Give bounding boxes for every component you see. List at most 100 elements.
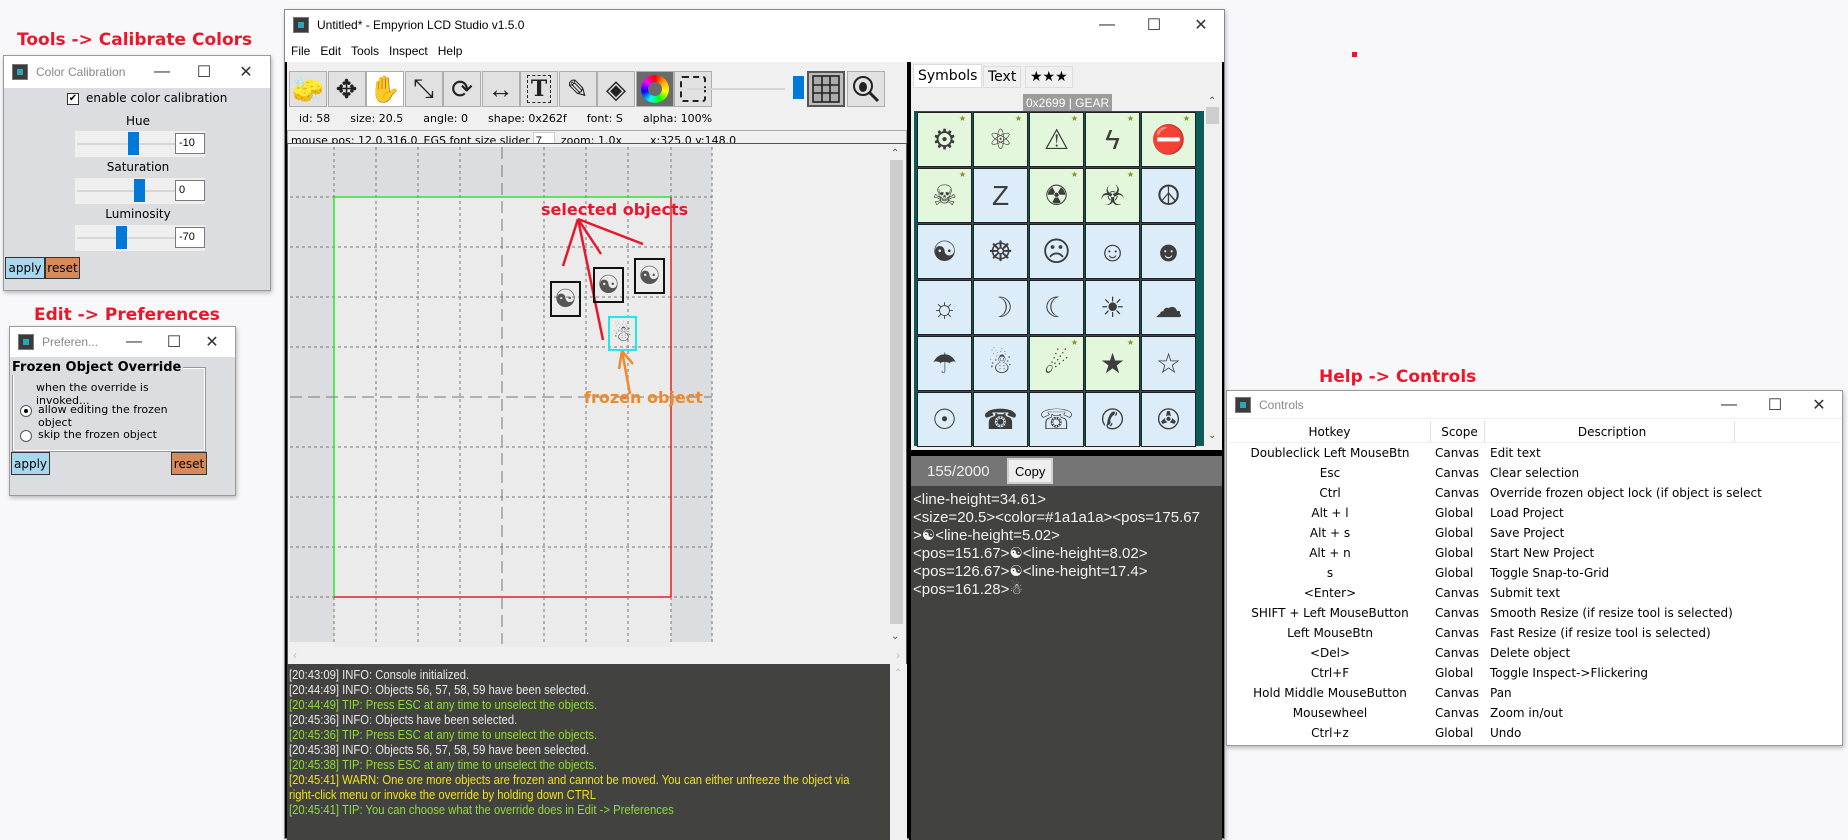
close-button[interactable]: ✕ <box>193 327 231 357</box>
canvas-area[interactable]: ☯ ☯ ☯ ☃ selected objects frozen object ⌃… <box>287 143 907 666</box>
table-row[interactable]: Mousewheel Canvas Zoom in/out <box>1229 703 1841 723</box>
color-wheel-tool-button[interactable] <box>635 71 674 107</box>
symbol-cell[interactable]: ✆ <box>1085 392 1140 447</box>
menu-inspect[interactable]: Inspect <box>389 44 428 58</box>
symbol-cell[interactable]: ☣ ★ <box>1085 168 1140 223</box>
canvas-object-snowman-frozen[interactable]: ☃ <box>608 316 637 351</box>
symbol-cell[interactable]: ☆ <box>1141 336 1196 391</box>
symbol-cell[interactable]: Z <box>973 168 1028 223</box>
table-row[interactable]: Hold Middle MouseButton Canvas Pan <box>1229 683 1841 703</box>
scroll-up-icon[interactable]: ⌃ <box>891 148 899 159</box>
symbol-cell[interactable]: ☃ <box>973 336 1028 391</box>
toolbar-slider-track[interactable] <box>687 88 785 90</box>
calibration-reset-button[interactable]: reset <box>45 257 80 279</box>
hue-slider-thumb[interactable] <box>128 132 140 155</box>
color-cal-title-bar[interactable]: Color Calibration — ☐ ✕ <box>4 56 270 88</box>
symbol-cell[interactable]: ☼ <box>917 280 972 335</box>
canvas-object-yinyang-2[interactable]: ☯ <box>593 267 624 303</box>
symbol-cell[interactable]: ✇ <box>1141 392 1196 447</box>
controls-title-bar[interactable]: Controls — ☐ ✕ <box>1227 391 1842 419</box>
symbol-cell[interactable]: ☎ <box>973 392 1028 447</box>
header-scope[interactable]: Scope <box>1431 421 1485 442</box>
table-row[interactable]: Ctrl Canvas Override frozen object lock (i… <box>1229 483 1841 503</box>
symbol-cell[interactable]: ϟ ★ <box>1085 112 1140 167</box>
symbol-cell[interactable]: ☢ ★ <box>1029 168 1084 223</box>
header-description[interactable]: Description <box>1485 421 1735 442</box>
symbol-cell[interactable]: ★ ★ <box>1085 336 1140 391</box>
radio-allow-editing[interactable] <box>20 405 32 417</box>
main-title-bar[interactable]: Untitled* - Empyrion LCD Studio v1.5.0 —… <box>285 10 1224 40</box>
resize-tool-button[interactable]: ⤡ <box>404 71 443 107</box>
menu-tools[interactable]: Tools <box>351 44 379 58</box>
tab-symbols[interactable]: Symbols <box>913 64 983 88</box>
scroll-up-icon[interactable]: ⌃ <box>1208 96 1216 107</box>
scroll-up-icon[interactable]: ⌃ <box>894 668 902 679</box>
maximize-button[interactable]: ☐ <box>155 327 193 357</box>
symbol-cell[interactable]: ⚠ ★ <box>1029 112 1084 167</box>
symbol-cell[interactable]: ☁ <box>1141 280 1196 335</box>
symbol-scrollbar[interactable]: ⌃ ⌄ <box>1204 96 1221 446</box>
symbol-cell[interactable]: ☽ <box>973 280 1028 335</box>
table-row[interactable]: Esc Canvas Clear selection <box>1229 463 1841 483</box>
symbol-cell[interactable]: ☉ <box>917 392 972 447</box>
fill-bucket-tool-button[interactable]: ◈ <box>597 71 635 107</box>
flip-tool-button[interactable]: ↔ <box>481 71 520 107</box>
symbol-cell[interactable]: ⛔ ★ <box>1141 112 1196 167</box>
maximize-button[interactable]: ☐ <box>1131 10 1177 40</box>
pan-hand-tool-button[interactable]: ✋ <box>366 71 404 107</box>
scroll-thumb[interactable] <box>1206 107 1219 124</box>
symbol-cell[interactable]: ☀ <box>1085 280 1140 335</box>
minimize-button[interactable]: — <box>142 56 182 88</box>
symbol-cell[interactable]: ☮ <box>1141 168 1196 223</box>
prefs-title-bar[interactable]: Preferen... — ☐ ✕ <box>10 327 235 357</box>
calibration-apply-button[interactable]: apply <box>5 257 45 279</box>
table-row[interactable]: <Del> Canvas Delete object <box>1229 643 1841 663</box>
rotate-tool-button[interactable]: ⟳ <box>443 71 481 107</box>
table-row[interactable]: Alt + n Global Start New Project <box>1229 543 1841 563</box>
tab-favorites[interactable]: ★★★ <box>1025 66 1073 88</box>
console-scrollbar[interactable]: ⌃ <box>890 664 907 840</box>
table-row[interactable]: <Enter> Canvas Submit text <box>1229 583 1841 603</box>
symbol-cell[interactable]: ☸ <box>973 224 1028 279</box>
scroll-down-icon[interactable]: ⌄ <box>1208 430 1216 441</box>
symbol-cell[interactable]: ⚛ ★ <box>973 112 1028 167</box>
allow-editing-label[interactable]: allow editing the frozen object <box>38 403 204 429</box>
maximize-button[interactable]: ☐ <box>184 56 224 88</box>
menu-edit[interactable]: Edit <box>320 44 341 58</box>
eyedropper-tool-button[interactable]: ✎ <box>558 71 597 107</box>
symbol-cell[interactable]: ☄ ★ <box>1029 336 1084 391</box>
canvas-horizontal-scrollbar[interactable]: ‹ › <box>288 647 906 665</box>
symbol-cell[interactable]: ☂ <box>917 336 972 391</box>
saturation-value[interactable]: 0 <box>175 180 205 201</box>
prefs-apply-button[interactable]: apply <box>11 452 50 475</box>
canvas-object-yinyang-1[interactable]: ☯ <box>550 281 581 317</box>
symbol-cell[interactable]: ☹ <box>1029 224 1084 279</box>
table-row[interactable]: Ctrl+F Global Toggle Inspect->Flickering <box>1229 663 1841 683</box>
close-button[interactable]: ✕ <box>1796 391 1842 418</box>
table-row[interactable]: Doubleclick Left MouseBtn Canvas Edit text <box>1229 443 1841 463</box>
menu-file[interactable]: File <box>291 44 310 58</box>
scroll-left-icon[interactable]: ‹ <box>293 648 297 662</box>
table-row[interactable]: Alt + s Global Save Project <box>1229 523 1841 543</box>
canvas-object-yinyang-3[interactable]: ☯ <box>634 258 665 294</box>
minimize-button[interactable]: — <box>1706 391 1752 418</box>
table-row[interactable]: SHIFT + Left MouseButton Canvas Smooth Res… <box>1229 603 1841 623</box>
close-button[interactable]: ✕ <box>1178 10 1224 40</box>
toolbar-slider-thumb[interactable] <box>793 76 804 99</box>
scroll-right-icon[interactable]: › <box>896 648 900 662</box>
table-row[interactable]: Ctrl+z Global Undo <box>1229 723 1841 743</box>
minimize-button[interactable]: — <box>1084 10 1130 40</box>
symbol-cell[interactable]: ☻ <box>1141 224 1196 279</box>
symbol-cell[interactable]: ☾ <box>1029 280 1084 335</box>
symbol-cell[interactable]: ⚙ ★ <box>917 112 972 167</box>
output-text[interactable]: <line-height=34.61> <size=20.5><color=#1… <box>911 486 1222 840</box>
saturation-slider-thumb[interactable] <box>134 179 145 202</box>
enable-calibration-checkbox[interactable]: ✔ <box>67 93 79 105</box>
move-tool-button[interactable]: ✥ <box>327 71 366 107</box>
symbol-cell[interactable]: ☠ ★ <box>917 168 972 223</box>
luminosity-slider-thumb[interactable] <box>116 226 128 249</box>
minimize-button[interactable]: — <box>115 327 153 357</box>
close-button[interactable]: ✕ <box>226 56 266 88</box>
eraser-tool-button[interactable]: 🧽 <box>289 71 327 107</box>
radio-skip-frozen[interactable] <box>20 430 32 442</box>
